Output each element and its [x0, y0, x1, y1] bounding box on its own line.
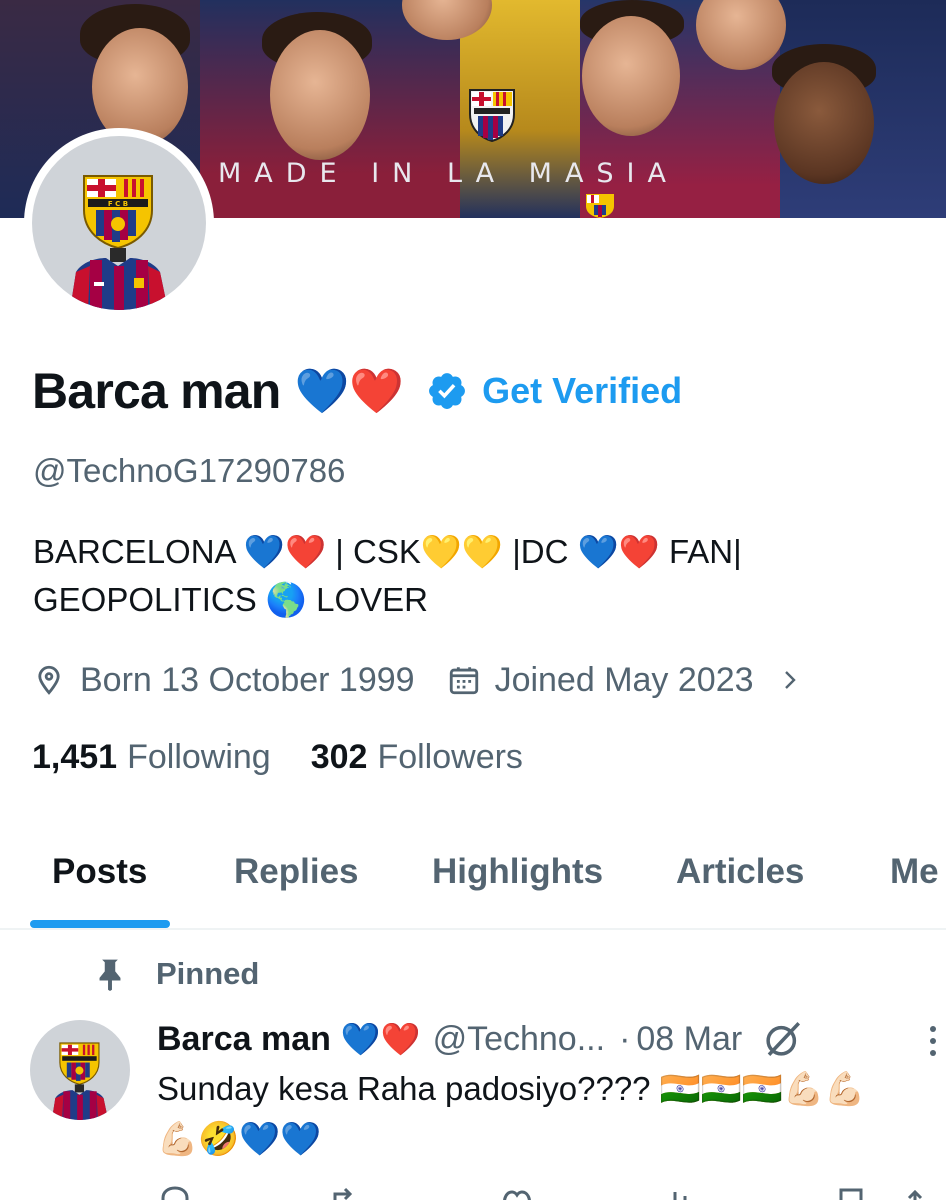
- separator-dot: ·: [619, 1019, 631, 1058]
- joined-date: Joined May 2023: [494, 660, 754, 699]
- barca-avatar-illustration: [51, 1042, 109, 1120]
- banner-caption: MADE IN LA MASIA: [218, 158, 679, 189]
- tab-posts[interactable]: Posts: [52, 852, 147, 892]
- post-date[interactable]: 08 Mar: [636, 1020, 742, 1059]
- followers-count: 302: [310, 737, 368, 776]
- tab-highlights[interactable]: Highlights: [432, 852, 603, 892]
- more-vertical-icon[interactable]: [926, 1024, 940, 1058]
- share-icon[interactable]: [897, 1186, 933, 1200]
- post-header: Barca man 💙❤️ @Techno... · 08 Mar: [157, 1016, 804, 1062]
- get-verified-link[interactable]: Get Verified: [482, 370, 682, 412]
- post-author-emojis: 💙❤️: [340, 1020, 421, 1058]
- pinned-indicator: Pinned: [94, 953, 259, 995]
- profile-avatar[interactable]: F C B: [24, 128, 214, 318]
- tab-replies[interactable]: Replies: [234, 852, 359, 892]
- like-icon[interactable]: [499, 1186, 535, 1200]
- avatar-image: F C B: [32, 136, 206, 310]
- name-emojis: 💙❤️: [294, 366, 405, 417]
- barca-crest-icon: [586, 194, 614, 218]
- chevron-right-icon[interactable]: [778, 668, 802, 692]
- barca-crest-icon: [469, 89, 515, 142]
- active-tab-indicator: [30, 920, 170, 928]
- tab-media[interactable]: Me: [890, 852, 939, 892]
- grok-icon[interactable]: [762, 1018, 804, 1060]
- post-author-handle[interactable]: @Techno...: [433, 1020, 606, 1059]
- bio-line: GEOPOLITICS 🌎 LOVER: [33, 581, 429, 618]
- pin-icon: [99, 959, 121, 991]
- bookmark-icon[interactable]: [833, 1186, 869, 1200]
- following-link[interactable]: 1,451 Following: [32, 738, 271, 777]
- post-author-name[interactable]: Barca man: [157, 1020, 331, 1059]
- tab-articles[interactable]: Articles: [676, 852, 804, 892]
- calendar-icon: [449, 667, 478, 695]
- views-icon[interactable]: [667, 1186, 703, 1200]
- post-text: Sunday kesa Raha padosiyo???? 🇮🇳🇮🇳🇮🇳💪🏻💪🏻…: [157, 1064, 946, 1164]
- pinned-label: Pinned: [156, 956, 260, 991]
- svg-text:F C B: F C B: [108, 200, 128, 208]
- followers-link[interactable]: 302 Followers: [311, 738, 523, 777]
- verified-badge-icon[interactable]: [426, 370, 468, 412]
- born-date: Born 13 October 1999: [80, 660, 415, 699]
- repost-icon[interactable]: [327, 1186, 363, 1200]
- following-count: 1,451: [32, 737, 118, 776]
- post-text-line: Sunday kesa Raha padosiyo???? 🇮🇳🇮🇳🇮🇳💪🏻💪🏻: [157, 1070, 866, 1107]
- location-pin-icon: [38, 665, 60, 695]
- reply-icon[interactable]: [157, 1186, 193, 1200]
- banner-player-face: [774, 62, 874, 184]
- profile-stats: 1,451 Following 302 Followers: [32, 733, 523, 781]
- post-actions: [157, 1186, 946, 1200]
- post-avatar[interactable]: [30, 1020, 130, 1120]
- profile-tabs: Posts Replies Highlights Articles Me: [0, 836, 946, 930]
- banner-player-face: [582, 16, 680, 136]
- profile-name-row: Barca man 💙❤️ Get Verified: [32, 360, 682, 422]
- profile-meta: Born 13 October 1999 Joined May 2023: [32, 656, 802, 704]
- bio-line: BARCELONA 💙❤️ | CSK💛💛 |DC 💙❤️ FAN|: [33, 533, 742, 570]
- following-label: Following: [127, 737, 271, 776]
- banner-player-face: [270, 30, 370, 160]
- post-text-line: 💪🏻🤣💙💙: [157, 1120, 322, 1157]
- barca-avatar-illustration: F C B: [70, 175, 168, 310]
- profile-bio: BARCELONA 💙❤️ | CSK💛💛 |DC 💙❤️ FAN| GEOPO…: [33, 528, 913, 624]
- followers-label: Followers: [377, 737, 523, 776]
- profile-handle: @TechnoG17290786: [33, 452, 346, 489]
- display-name: Barca man: [32, 363, 281, 419]
